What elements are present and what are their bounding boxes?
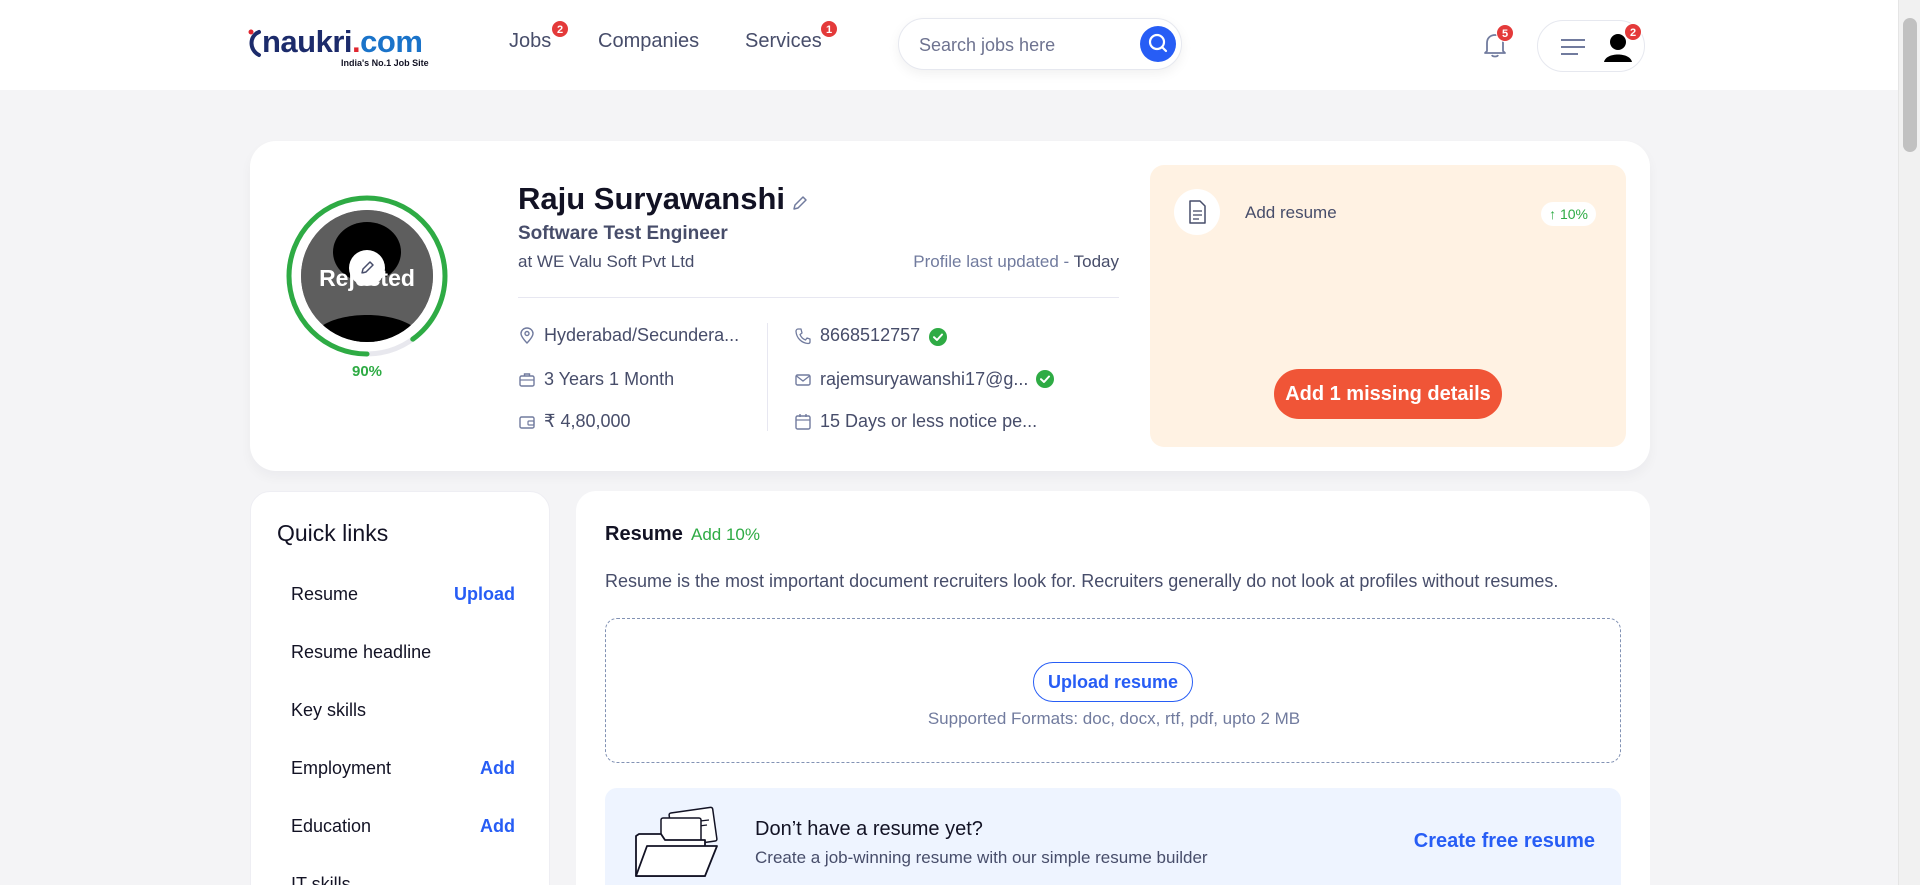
quick-link-resume[interactable]: Resume Upload [291, 584, 515, 605]
logo-text-dot: . [352, 24, 361, 59]
top-navbar: naukri.com India's No.1 Job Site Jobs 2 … [0, 0, 1898, 90]
quick-link-upload-action[interactable]: Upload [454, 584, 515, 605]
profile-divider [518, 297, 1119, 298]
profile-company: at WE Valu Soft Pvt Ltd [518, 252, 695, 271]
nav-services-label: Services [745, 30, 822, 52]
document-icon [1189, 200, 1206, 224]
quick-link-add-action[interactable]: Add [480, 758, 515, 779]
logo-swoosh-icon [248, 29, 261, 57]
email-verified-icon [1036, 370, 1054, 388]
photo-status-overlay: Rejected [319, 265, 415, 291]
hamburger-icon [1561, 39, 1585, 55]
nav-companies[interactable]: Companies [598, 30, 699, 53]
resume-builder-subtitle: Create a job-winning resume with our sim… [755, 848, 1208, 867]
quick-link-employment[interactable]: Employment Add [291, 758, 515, 779]
email-text: rajemsuryawanshi17@g... [820, 369, 1029, 389]
location-icon [520, 327, 534, 344]
profile-last-updated: Profile last updated - Today [913, 252, 1119, 272]
nav-services-badge: 1 [820, 20, 838, 38]
supported-formats-text: Supported Formats: doc, docx, rtf, pdf, … [927, 709, 1301, 728]
phone-icon [795, 328, 811, 345]
updated-label: Profile last updated - [913, 252, 1074, 271]
resume-section: Resume Add 10% Resume is the most import… [576, 491, 1650, 885]
quick-link-add-action[interactable]: Add [480, 816, 515, 837]
quick-link-label: Resume [291, 584, 359, 604]
updated-value: Today [1073, 252, 1119, 271]
missing-details-panel: Add resume ↑ 10% Add 1 missing details [1150, 165, 1626, 447]
profile-designation: Software Test Engineer [518, 223, 728, 244]
quick-link-label: Resume headline [291, 642, 432, 662]
notice-period-text: 15 Days or less notice pe... [820, 411, 1038, 431]
location-text: Hyderabad/Secundera... [544, 325, 740, 345]
profile-menu-button[interactable]: 2 [1537, 20, 1645, 72]
quick-link-education[interactable]: Education Add [291, 816, 515, 837]
quick-link-it-skills[interactable]: IT skills [291, 874, 515, 885]
resume-add-percent: Add 10% [691, 525, 760, 544]
quick-link-label: Key skills [291, 700, 367, 720]
resume-section-title: Resume [605, 523, 683, 545]
nav-jobs-label: Jobs [509, 30, 552, 52]
resume-upload-dropzone[interactable]: Upload resume Supported Formats: doc, do… [605, 618, 1621, 763]
profile-card: Rejected 90% Raju Suryawanshi Software T… [250, 141, 1650, 471]
missing-item-boost: ↑ 10% [1541, 202, 1596, 226]
search-icon [1148, 33, 1168, 53]
quick-link-resume-headline[interactable]: Resume headline [291, 642, 515, 663]
salary-text: ₹ 4,80,000 [544, 411, 631, 431]
notification-badge: 5 [1496, 24, 1514, 42]
pencil-icon [793, 196, 807, 210]
add-missing-details-button[interactable]: Add 1 missing details [1274, 369, 1502, 419]
details-divider [767, 323, 768, 431]
logo-text-com: com [360, 24, 423, 59]
profile-name: Raju Suryawanshi [518, 181, 786, 216]
logo-text-main: naukri [262, 24, 353, 59]
quick-link-label: IT skills [291, 874, 351, 885]
scrollbar-thumb[interactable] [1903, 18, 1917, 152]
calendar-icon [795, 414, 811, 430]
nav-companies-label: Companies [598, 30, 700, 52]
resume-builder-title: Don’t have a resume yet? [755, 818, 983, 840]
nav-services[interactable]: Services [745, 30, 822, 53]
search-bar[interactable] [898, 18, 1182, 70]
document-icon-wrap [1174, 189, 1220, 235]
phone-text: 8668512757 [820, 325, 921, 345]
resume-builder-banner: Don’t have a resume yet? Create a job-wi… [605, 788, 1621, 885]
search-input[interactable] [919, 33, 1119, 57]
nav-jobs-badge: 2 [551, 20, 569, 38]
quick-link-key-skills[interactable]: Key skills [291, 700, 515, 721]
mail-icon [795, 374, 811, 386]
quick-links-title: Quick links [277, 520, 389, 546]
naukri-logo[interactable]: naukri.com India's No.1 Job Site [248, 24, 438, 68]
missing-item-label[interactable]: Add resume [1245, 203, 1337, 223]
quick-link-label: Education [291, 816, 372, 836]
edit-basic-details-button[interactable] [790, 193, 810, 213]
briefcase-icon [519, 373, 535, 387]
resume-description: Resume is the most important document re… [605, 571, 1559, 591]
quick-link-label: Employment [291, 758, 392, 778]
nav-jobs[interactable]: Jobs [509, 30, 551, 53]
phone-verified-icon [929, 328, 947, 346]
experience-text: 3 Years 1 Month [544, 369, 675, 389]
page-scrollbar[interactable] [1898, 0, 1920, 885]
quick-links-panel: Quick links Resume Upload Resume headlin… [250, 491, 550, 885]
profile-avatar[interactable]: Rejected 90% [284, 193, 450, 384]
create-free-resume-link[interactable]: Create free resume [1414, 830, 1595, 853]
search-button[interactable] [1140, 26, 1176, 62]
logo-tagline: India's No.1 Job Site [341, 58, 429, 68]
wallet-icon [519, 416, 535, 429]
profile-completion-percent: 90% [345, 360, 389, 384]
profile-badge: 2 [1624, 23, 1642, 41]
upload-resume-button[interactable]: Upload resume [1033, 662, 1193, 702]
resume-folder-illustration [635, 806, 718, 877]
